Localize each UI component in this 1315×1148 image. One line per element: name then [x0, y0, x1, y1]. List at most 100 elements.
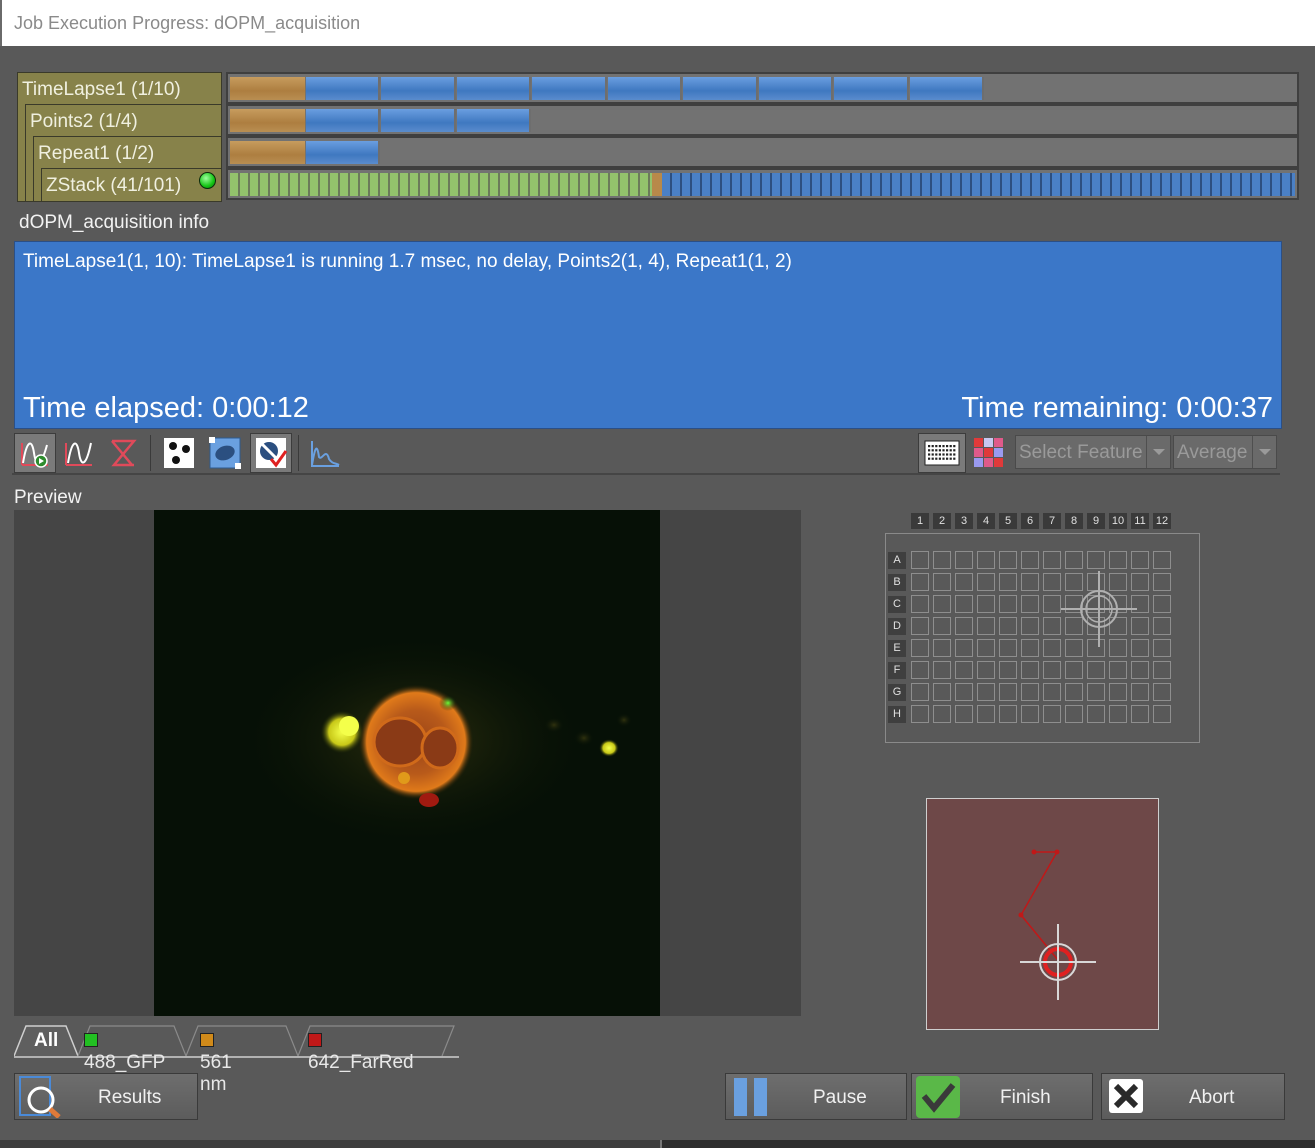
plate-well[interactable]: [1153, 683, 1171, 701]
plate-well[interactable]: [933, 573, 951, 591]
plate-well[interactable]: [955, 639, 973, 657]
plate-well[interactable]: [999, 551, 1017, 569]
finish-button[interactable]: Finish: [911, 1073, 1093, 1120]
plate-well[interactable]: [933, 639, 951, 657]
plate-well[interactable]: [955, 595, 973, 613]
preview-image[interactable]: [154, 510, 660, 1016]
channel-tab-561-nm[interactable]: 561 nm: [200, 1024, 232, 1095]
plate-well[interactable]: [955, 705, 973, 723]
histogram-button[interactable]: [304, 433, 346, 473]
plate-well[interactable]: [911, 573, 929, 591]
plate-well[interactable]: [1043, 683, 1061, 701]
spots-button[interactable]: [158, 433, 200, 473]
plate-well[interactable]: [1131, 661, 1149, 679]
plate-well[interactable]: [955, 617, 973, 635]
plate-well[interactable]: [977, 551, 995, 569]
plate-well[interactable]: [1153, 705, 1171, 723]
plate-well[interactable]: [1043, 661, 1061, 679]
roi-button[interactable]: [204, 433, 246, 473]
plate-well[interactable]: [1043, 705, 1061, 723]
plate-well[interactable]: [911, 683, 929, 701]
plate-well[interactable]: [977, 705, 995, 723]
plate-well[interactable]: [999, 573, 1017, 591]
plate-well[interactable]: [911, 551, 929, 569]
plate-well[interactable]: [1021, 595, 1039, 613]
hourglass-button[interactable]: [102, 433, 144, 473]
plate-well[interactable]: [1153, 661, 1171, 679]
abort-button[interactable]: Abort: [1101, 1073, 1285, 1120]
plate-well[interactable]: [1043, 551, 1061, 569]
plate-well[interactable]: [911, 595, 929, 613]
plate-well[interactable]: [955, 551, 973, 569]
plate-well[interactable]: [1065, 661, 1083, 679]
plate-well[interactable]: [1087, 705, 1105, 723]
plate-well[interactable]: [1131, 705, 1149, 723]
plate-well[interactable]: [999, 661, 1017, 679]
plate-well[interactable]: [911, 661, 929, 679]
plate-well[interactable]: [1153, 573, 1171, 591]
plate-well[interactable]: [1087, 661, 1105, 679]
pause-button[interactable]: Pause: [725, 1073, 907, 1120]
plate-well[interactable]: [1021, 573, 1039, 591]
curve-button[interactable]: [58, 433, 100, 473]
plate-well[interactable]: [977, 573, 995, 591]
live-graph-button[interactable]: [14, 433, 56, 473]
plate-view-button[interactable]: [918, 433, 966, 473]
channel-tab-642-farred[interactable]: 642_FarRed: [308, 1024, 414, 1073]
plate-well[interactable]: [1021, 661, 1039, 679]
plate-well[interactable]: [999, 617, 1017, 635]
plate-well[interactable]: [1109, 551, 1127, 569]
channel-tab-all[interactable]: All: [34, 1024, 58, 1056]
plate-well[interactable]: [955, 573, 973, 591]
tree-item-zstack[interactable]: ZStack (41/101): [41, 168, 222, 202]
plate-well[interactable]: [977, 683, 995, 701]
plate-well[interactable]: [933, 683, 951, 701]
plate-well[interactable]: [955, 683, 973, 701]
plate-well[interactable]: [1065, 683, 1083, 701]
plate-well[interactable]: [1021, 551, 1039, 569]
plate-well[interactable]: [1153, 617, 1171, 635]
channel-tab-488-gfp[interactable]: 488_GFP: [84, 1024, 165, 1073]
plate-well[interactable]: [911, 639, 929, 657]
plate-well[interactable]: [1065, 551, 1083, 569]
plate-well[interactable]: [1021, 705, 1039, 723]
plate-well[interactable]: [1065, 705, 1083, 723]
heatmap-view-button[interactable]: [968, 433, 1010, 473]
plate-row-label: B: [888, 574, 906, 591]
plate-well[interactable]: [1021, 617, 1039, 635]
results-button[interactable]: Results: [14, 1073, 198, 1120]
plate-well[interactable]: [999, 639, 1017, 657]
plate-well[interactable]: [999, 595, 1017, 613]
plate-well[interactable]: [933, 551, 951, 569]
select-feature-dropdown[interactable]: Select Feature: [1015, 435, 1171, 469]
plate-well[interactable]: [933, 661, 951, 679]
plate-well[interactable]: [1021, 639, 1039, 657]
plate-well[interactable]: [911, 617, 929, 635]
plate-well[interactable]: [999, 705, 1017, 723]
plate-well[interactable]: [933, 705, 951, 723]
channel-color-swatch: [308, 1033, 322, 1047]
plate-well[interactable]: [955, 661, 973, 679]
plate-well[interactable]: [1109, 661, 1127, 679]
plate-well[interactable]: [1087, 551, 1105, 569]
auto-focus-button[interactable]: [250, 433, 292, 473]
plate-well[interactable]: [977, 617, 995, 635]
plate-well[interactable]: [999, 683, 1017, 701]
plate-well[interactable]: [977, 639, 995, 657]
plate-well[interactable]: [1153, 595, 1171, 613]
plate-well[interactable]: [1087, 683, 1105, 701]
plate-well[interactable]: [1109, 683, 1127, 701]
plate-well[interactable]: [977, 661, 995, 679]
plate-well[interactable]: [1131, 551, 1149, 569]
plate-well[interactable]: [1109, 705, 1127, 723]
plate-well[interactable]: [933, 617, 951, 635]
stage-position-map[interactable]: [926, 798, 1159, 1030]
average-dropdown[interactable]: Average: [1173, 435, 1277, 469]
plate-well[interactable]: [977, 595, 995, 613]
plate-well[interactable]: [1131, 683, 1149, 701]
plate-well[interactable]: [1153, 639, 1171, 657]
plate-well[interactable]: [1153, 551, 1171, 569]
plate-well[interactable]: [1021, 683, 1039, 701]
plate-well[interactable]: [911, 705, 929, 723]
plate-well[interactable]: [933, 595, 951, 613]
